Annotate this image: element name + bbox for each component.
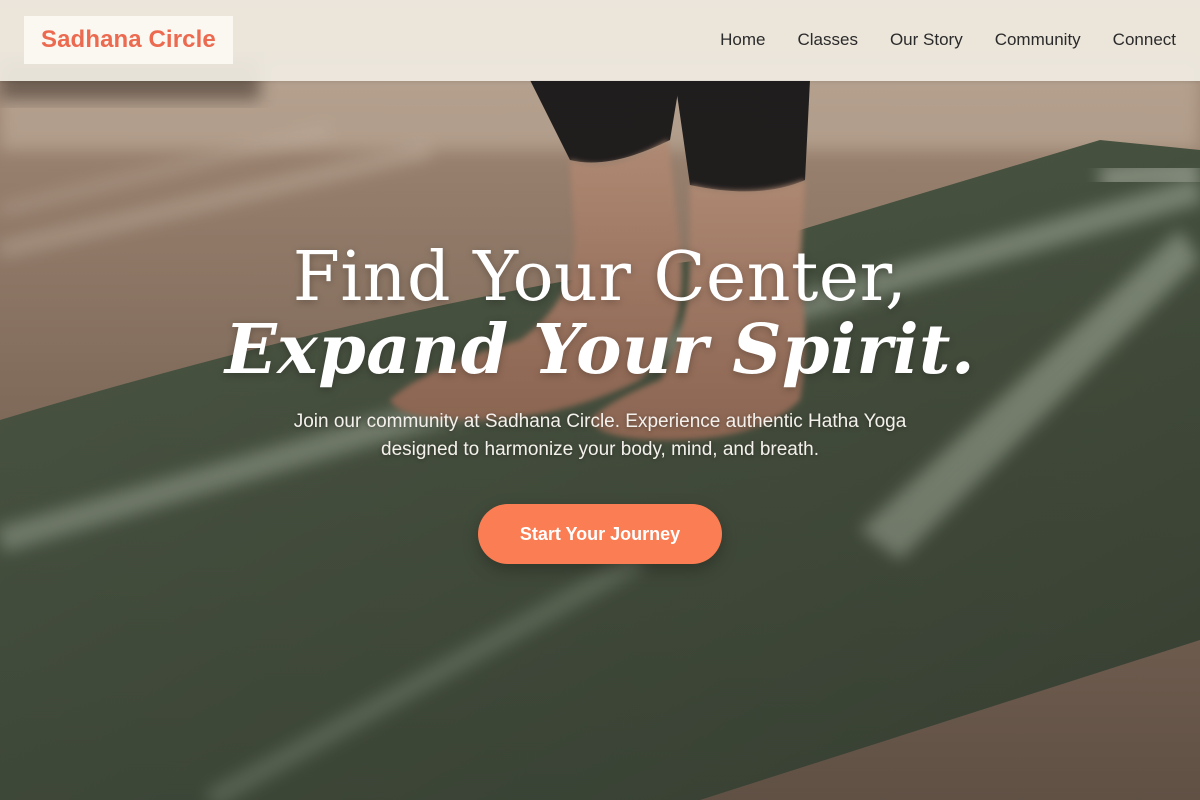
nav-link-classes[interactable]: Classes bbox=[797, 28, 857, 52]
hero-section: Find Your Center, Expand Your Spirit. Jo… bbox=[0, 238, 1200, 564]
main-nav: Home Classes Our Story Community Connect bbox=[720, 28, 1176, 52]
hero-headline-line1: Find Your Center, bbox=[292, 238, 908, 317]
nav-link-our-story[interactable]: Our Story bbox=[890, 28, 963, 52]
nav-link-connect[interactable]: Connect bbox=[1113, 28, 1176, 52]
hero-subtitle: Join our community at Sadhana Circle. Ex… bbox=[293, 411, 907, 460]
site-header: Sadhana Circle Home Classes Our Story Co… bbox=[0, 0, 1200, 81]
nav-link-community[interactable]: Community bbox=[995, 28, 1081, 52]
brand-logo-text: Sadhana Circle bbox=[41, 26, 216, 53]
logo-link[interactable]: Sadhana Circle bbox=[24, 16, 233, 64]
start-journey-button[interactable]: Start Your Journey bbox=[478, 504, 722, 564]
hero-headline-line2: Expand Your Spirit. bbox=[224, 310, 976, 390]
nav-link-home[interactable]: Home bbox=[720, 28, 765, 52]
